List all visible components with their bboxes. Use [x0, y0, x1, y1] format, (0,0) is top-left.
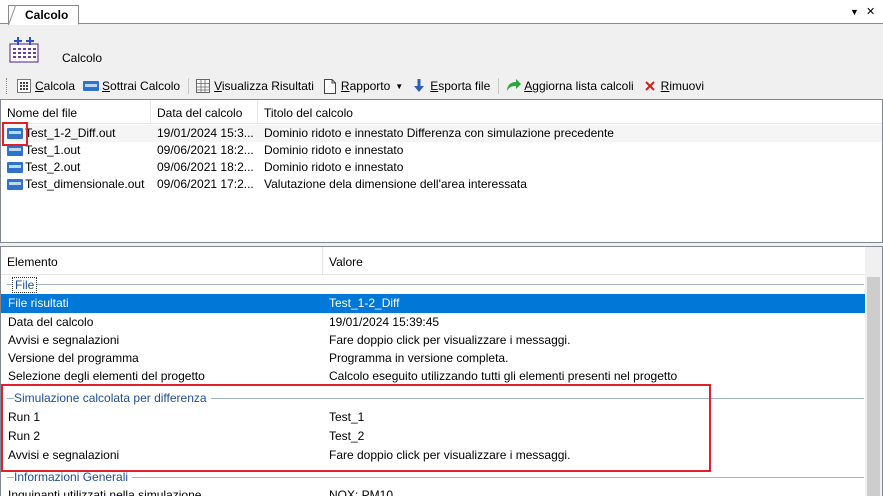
table-icon: [195, 78, 211, 94]
tab-calcolo[interactable]: Calcolo: [8, 5, 80, 25]
calc-icon: [16, 78, 32, 94]
scrollbar-thumb[interactable]: [867, 277, 880, 496]
file-list-panel[interactable]: Nome del file Data del calcolo Titolo de…: [0, 99, 883, 243]
page-title: Calcolo: [62, 51, 103, 65]
result-file-icon: [7, 179, 23, 190]
vertical-scrollbar[interactable]: [865, 247, 882, 496]
file-list-header: Nome del file Data del calcolo Titolo de…: [1, 100, 882, 124]
file-row[interactable]: Test_1-2_Diff.out 19/01/2024 15:3... Dom…: [1, 125, 882, 142]
group-header-informazioni[interactable]: Informazioni Generali: [1, 468, 866, 486]
group-header-file[interactable]: File: [1, 275, 866, 293]
property-row[interactable]: Data del calcolo 19/01/2024 15:39:45: [1, 313, 866, 332]
toolbar-separator: [188, 78, 190, 94]
property-row[interactable]: Inquinanti utilizzati nella simulazione …: [1, 486, 866, 496]
export-arrow-icon: [411, 78, 427, 94]
file-row[interactable]: Test_2.out 09/06/2021 18:2... Dominio ri…: [1, 159, 882, 176]
toolbar: Calcola Sottrai Calcolo Visualizza Risul…: [0, 74, 883, 98]
sottrai-calcolo-button[interactable]: Sottrai Calcolo: [80, 75, 183, 97]
details-header: Elemento Valore: [1, 247, 866, 275]
rimuovi-button[interactable]: Rimuovi: [639, 75, 707, 97]
visualizza-risultati-button[interactable]: Visualizza Risultati: [192, 75, 317, 97]
close-icon[interactable]: ✕: [866, 5, 875, 18]
toolbar-separator: [498, 78, 500, 94]
property-row[interactable]: Run 2 Test_2: [1, 427, 866, 446]
column-header-nome[interactable]: Nome del file: [1, 100, 151, 124]
column-header-elemento[interactable]: Elemento: [1, 247, 323, 275]
property-row[interactable]: Versione del programma Programma in vers…: [1, 349, 866, 368]
remove-x-icon: [642, 78, 658, 94]
file-row[interactable]: Test_1.out 09/06/2021 18:2... Dominio ri…: [1, 142, 882, 159]
property-row[interactable]: Selezione degli elementi del progetto Ca…: [1, 367, 866, 386]
aggiorna-lista-calcoli-button[interactable]: Aggiorna lista calcoli: [502, 75, 636, 97]
panel-header: Calcolo: [0, 25, 883, 74]
result-file-icon: [7, 145, 23, 156]
column-header-titolo[interactable]: Titolo del calcolo: [258, 100, 882, 124]
subtract-icon: [83, 78, 100, 94]
property-row[interactable]: Avvisi e segnalazioni Fare doppio click …: [1, 331, 866, 350]
column-header-valore[interactable]: Valore: [323, 247, 866, 275]
result-file-icon: [7, 128, 23, 139]
document-icon: [322, 78, 338, 94]
column-header-data[interactable]: Data del calcolo: [151, 100, 258, 124]
group-header-simulazione[interactable]: Simulazione calcolata per differenza: [1, 389, 866, 407]
refresh-icon: [505, 78, 522, 94]
property-row[interactable]: Run 1 Test_1: [1, 408, 866, 427]
details-panel[interactable]: Elemento Valore File File risultati Test…: [0, 246, 883, 496]
calc-grid-icon: [9, 37, 39, 63]
result-file-icon: [7, 162, 23, 173]
property-row[interactable]: File risultati Test_1-2_Diff: [1, 294, 866, 313]
rapporto-dropdown-button[interactable]: Rapporto ▼: [319, 75, 406, 97]
file-row[interactable]: Test_dimensionale.out 09/06/2021 17:2...…: [1, 176, 882, 193]
chevron-down-icon: ▼: [395, 81, 404, 91]
esporta-file-button[interactable]: Esporta file: [408, 75, 493, 97]
calcola-button[interactable]: Calcola: [13, 75, 78, 97]
property-row[interactable]: Avvisi e segnalazioni Fare doppio click …: [1, 446, 866, 465]
document-tab-strip: Calcolo ▼ ✕: [0, 0, 883, 25]
toolbar-grip[interactable]: [6, 78, 9, 94]
tab-dropdown-icon[interactable]: ▼: [850, 7, 859, 17]
